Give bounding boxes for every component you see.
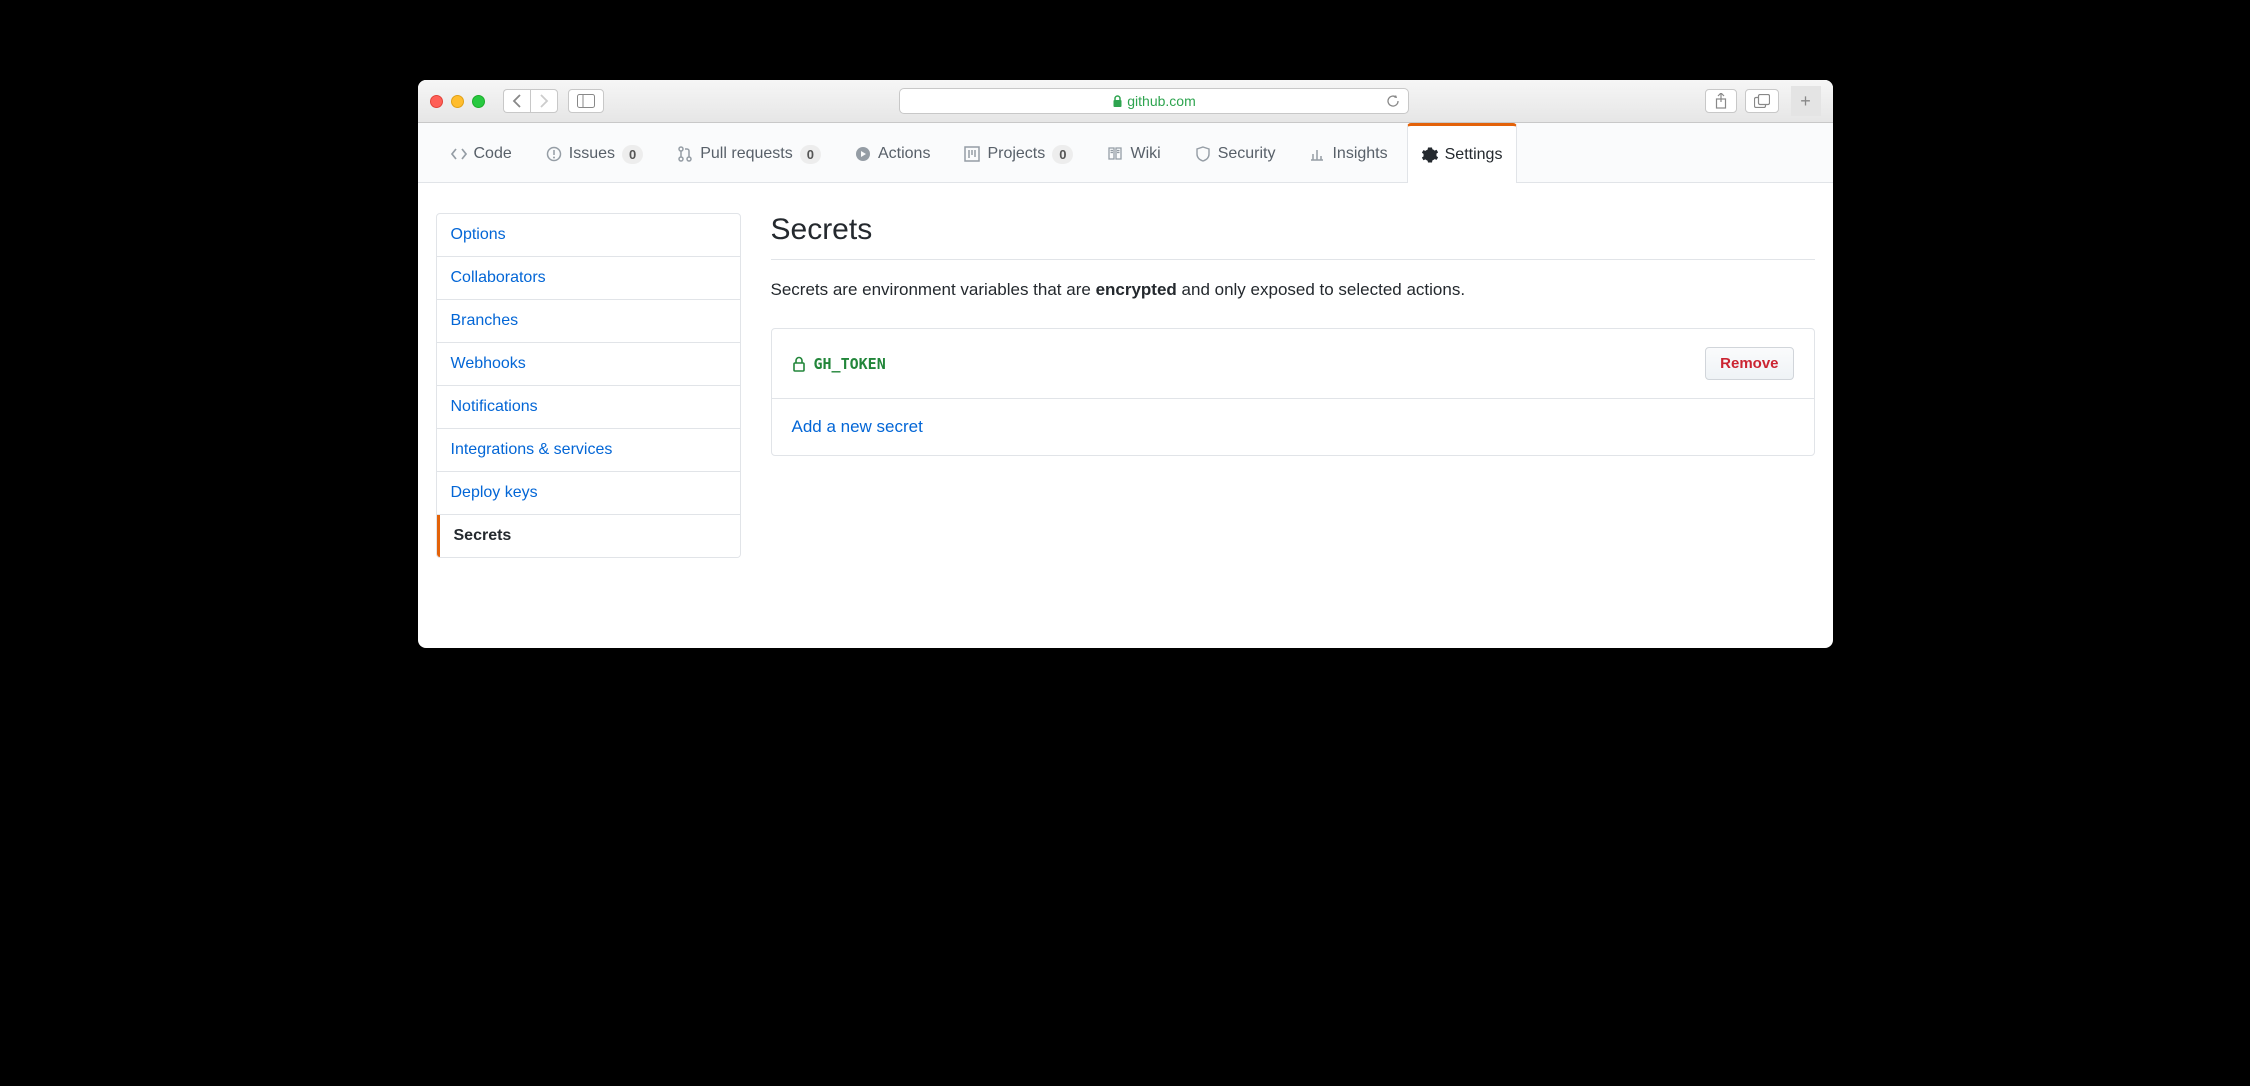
tab-settings[interactable]: Settings: [1407, 123, 1518, 183]
content: OptionsCollaboratorsBranchesWebhooksNoti…: [418, 183, 1833, 648]
settings-sidemenu: OptionsCollaboratorsBranchesWebhooksNoti…: [436, 213, 741, 558]
repo-nav: Code Issues 0 Pull requests 0 Actions Pr…: [418, 123, 1833, 183]
issues-count: 0: [622, 145, 643, 164]
sidemenu-item-webhooks[interactable]: Webhooks: [437, 343, 740, 386]
remove-secret-button[interactable]: Remove: [1705, 347, 1793, 380]
tab-settings-label: Settings: [1445, 146, 1503, 164]
issue-icon: [546, 146, 562, 162]
sidemenu-item-notifications[interactable]: Notifications: [437, 386, 740, 429]
sidemenu-item-branches[interactable]: Branches: [437, 300, 740, 343]
sidemenu-item-deploy-keys[interactable]: Deploy keys: [437, 472, 740, 515]
close-window-button[interactable]: [430, 95, 443, 108]
share-button[interactable]: [1705, 89, 1737, 113]
projects-count: 0: [1052, 145, 1073, 164]
tab-insights[interactable]: Insights: [1294, 123, 1402, 183]
play-icon: [855, 146, 871, 162]
add-secret-link[interactable]: Add a new secret: [792, 417, 923, 437]
sidebar-toggle-button[interactable]: [568, 89, 604, 113]
main-panel: Secrets Secrets are environment variable…: [771, 213, 1815, 648]
tab-security[interactable]: Security: [1180, 123, 1291, 183]
tabs-button[interactable]: [1745, 89, 1779, 113]
sidemenu-item-integrations-services[interactable]: Integrations & services: [437, 429, 740, 472]
browser-window: github.com + Code Issues 0 Pu: [418, 80, 1833, 648]
tab-actions-label: Actions: [878, 145, 930, 163]
lock-icon: [1112, 95, 1123, 108]
tab-projects-label: Projects: [987, 145, 1045, 163]
address-host: github.com: [1127, 93, 1195, 109]
gear-icon: [1422, 147, 1438, 163]
desc-bold: encrypted: [1096, 280, 1177, 299]
new-tab-button[interactable]: +: [1791, 86, 1821, 116]
desc-pre: Secrets are environment variables that a…: [771, 280, 1096, 299]
book-icon: [1107, 146, 1123, 162]
nav-buttons: [503, 89, 558, 113]
add-secret-row: Add a new secret: [772, 399, 1814, 455]
tab-wiki-label: Wiki: [1130, 145, 1160, 163]
secrets-box: GH_TOKEN Remove Add a new secret: [771, 328, 1815, 456]
code-icon: [451, 146, 467, 162]
window-controls: [430, 95, 485, 108]
page-description: Secrets are environment variables that a…: [771, 280, 1815, 300]
zoom-window-button[interactable]: [472, 95, 485, 108]
titlebar: github.com +: [418, 80, 1833, 123]
sidemenu-item-collaborators[interactable]: Collaborators: [437, 257, 740, 300]
tab-issues[interactable]: Issues 0: [531, 123, 658, 183]
tab-issues-label: Issues: [569, 145, 615, 163]
address-bar[interactable]: github.com: [899, 88, 1409, 114]
shield-icon: [1195, 146, 1211, 162]
back-button[interactable]: [503, 89, 530, 113]
tab-actions[interactable]: Actions: [840, 123, 945, 183]
secret-row: GH_TOKEN Remove: [772, 329, 1814, 399]
secret-name: GH_TOKEN: [792, 355, 886, 373]
lock-icon: [792, 356, 806, 372]
pulls-count: 0: [800, 145, 821, 164]
page-title: Secrets: [771, 213, 1815, 260]
pull-request-icon: [677, 146, 693, 162]
tab-security-label: Security: [1218, 145, 1276, 163]
sidemenu-item-options[interactable]: Options: [437, 214, 740, 257]
tab-pulls-label: Pull requests: [700, 145, 793, 163]
secret-name-text: GH_TOKEN: [814, 355, 886, 373]
toolbar-right: +: [1705, 86, 1821, 116]
tab-code-label: Code: [474, 145, 512, 163]
tab-pulls[interactable]: Pull requests 0: [662, 123, 836, 183]
desc-post: and only exposed to selected actions.: [1177, 280, 1465, 299]
graph-icon: [1309, 146, 1325, 162]
tab-insights-label: Insights: [1332, 145, 1387, 163]
tab-projects[interactable]: Projects 0: [949, 123, 1088, 183]
minimize-window-button[interactable]: [451, 95, 464, 108]
sidemenu-item-secrets: Secrets: [437, 515, 740, 557]
tab-wiki[interactable]: Wiki: [1092, 123, 1175, 183]
tab-code[interactable]: Code: [436, 123, 527, 183]
forward-button[interactable]: [530, 89, 558, 113]
project-icon: [964, 146, 980, 162]
reload-button[interactable]: [1386, 94, 1400, 108]
